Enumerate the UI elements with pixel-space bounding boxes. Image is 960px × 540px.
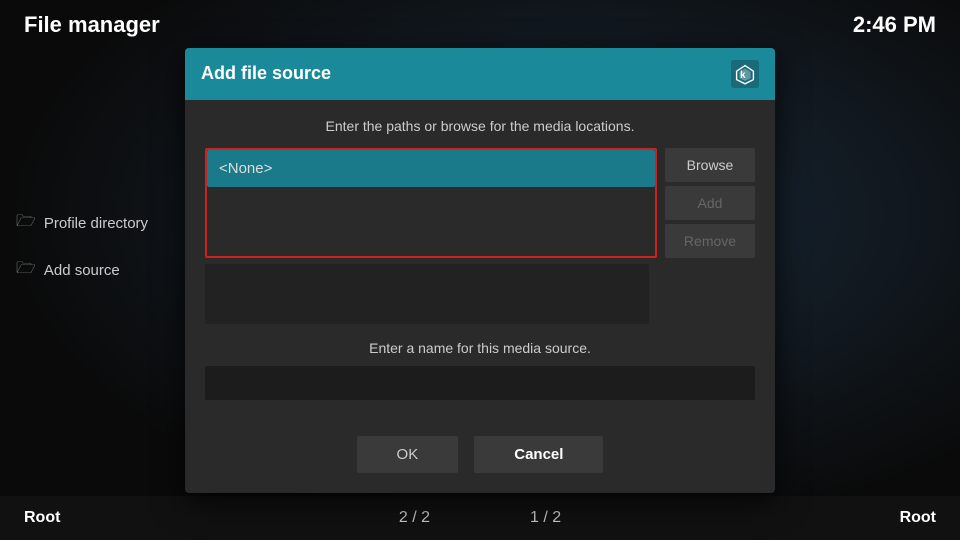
name-section: Enter a name for this media source. xyxy=(205,340,755,400)
dialog-subtitle: Enter the paths or browse for the media … xyxy=(205,118,755,134)
sources-container xyxy=(205,264,755,324)
cancel-button[interactable]: Cancel xyxy=(474,436,603,473)
dialog-body: Enter the paths or browse for the media … xyxy=(185,100,775,418)
spacer xyxy=(657,264,755,324)
name-label: Enter a name for this media source. xyxy=(205,340,755,356)
name-input[interactable] xyxy=(205,366,755,400)
dialog-footer: OK Cancel xyxy=(185,418,775,493)
add-file-source-dialog: Add file source k Enter the paths or bro… xyxy=(185,48,775,493)
remove-button[interactable]: Remove xyxy=(665,224,755,258)
svg-text:k: k xyxy=(740,70,746,81)
path-input-wrapper xyxy=(205,148,657,258)
kodi-logo-icon: k xyxy=(731,60,759,88)
dialog-header: Add file source k xyxy=(185,48,775,100)
add-button[interactable]: Add xyxy=(665,186,755,220)
path-input[interactable] xyxy=(207,150,655,187)
modal-overlay: Add file source k Enter the paths or bro… xyxy=(0,0,960,540)
sources-list xyxy=(205,264,649,324)
path-input-row: Browse Add Remove xyxy=(205,148,755,258)
dialog-title: Add file source xyxy=(201,63,331,84)
browse-button[interactable]: Browse xyxy=(665,148,755,182)
side-buttons: Browse Add Remove xyxy=(665,148,755,258)
ok-button[interactable]: OK xyxy=(357,436,459,473)
